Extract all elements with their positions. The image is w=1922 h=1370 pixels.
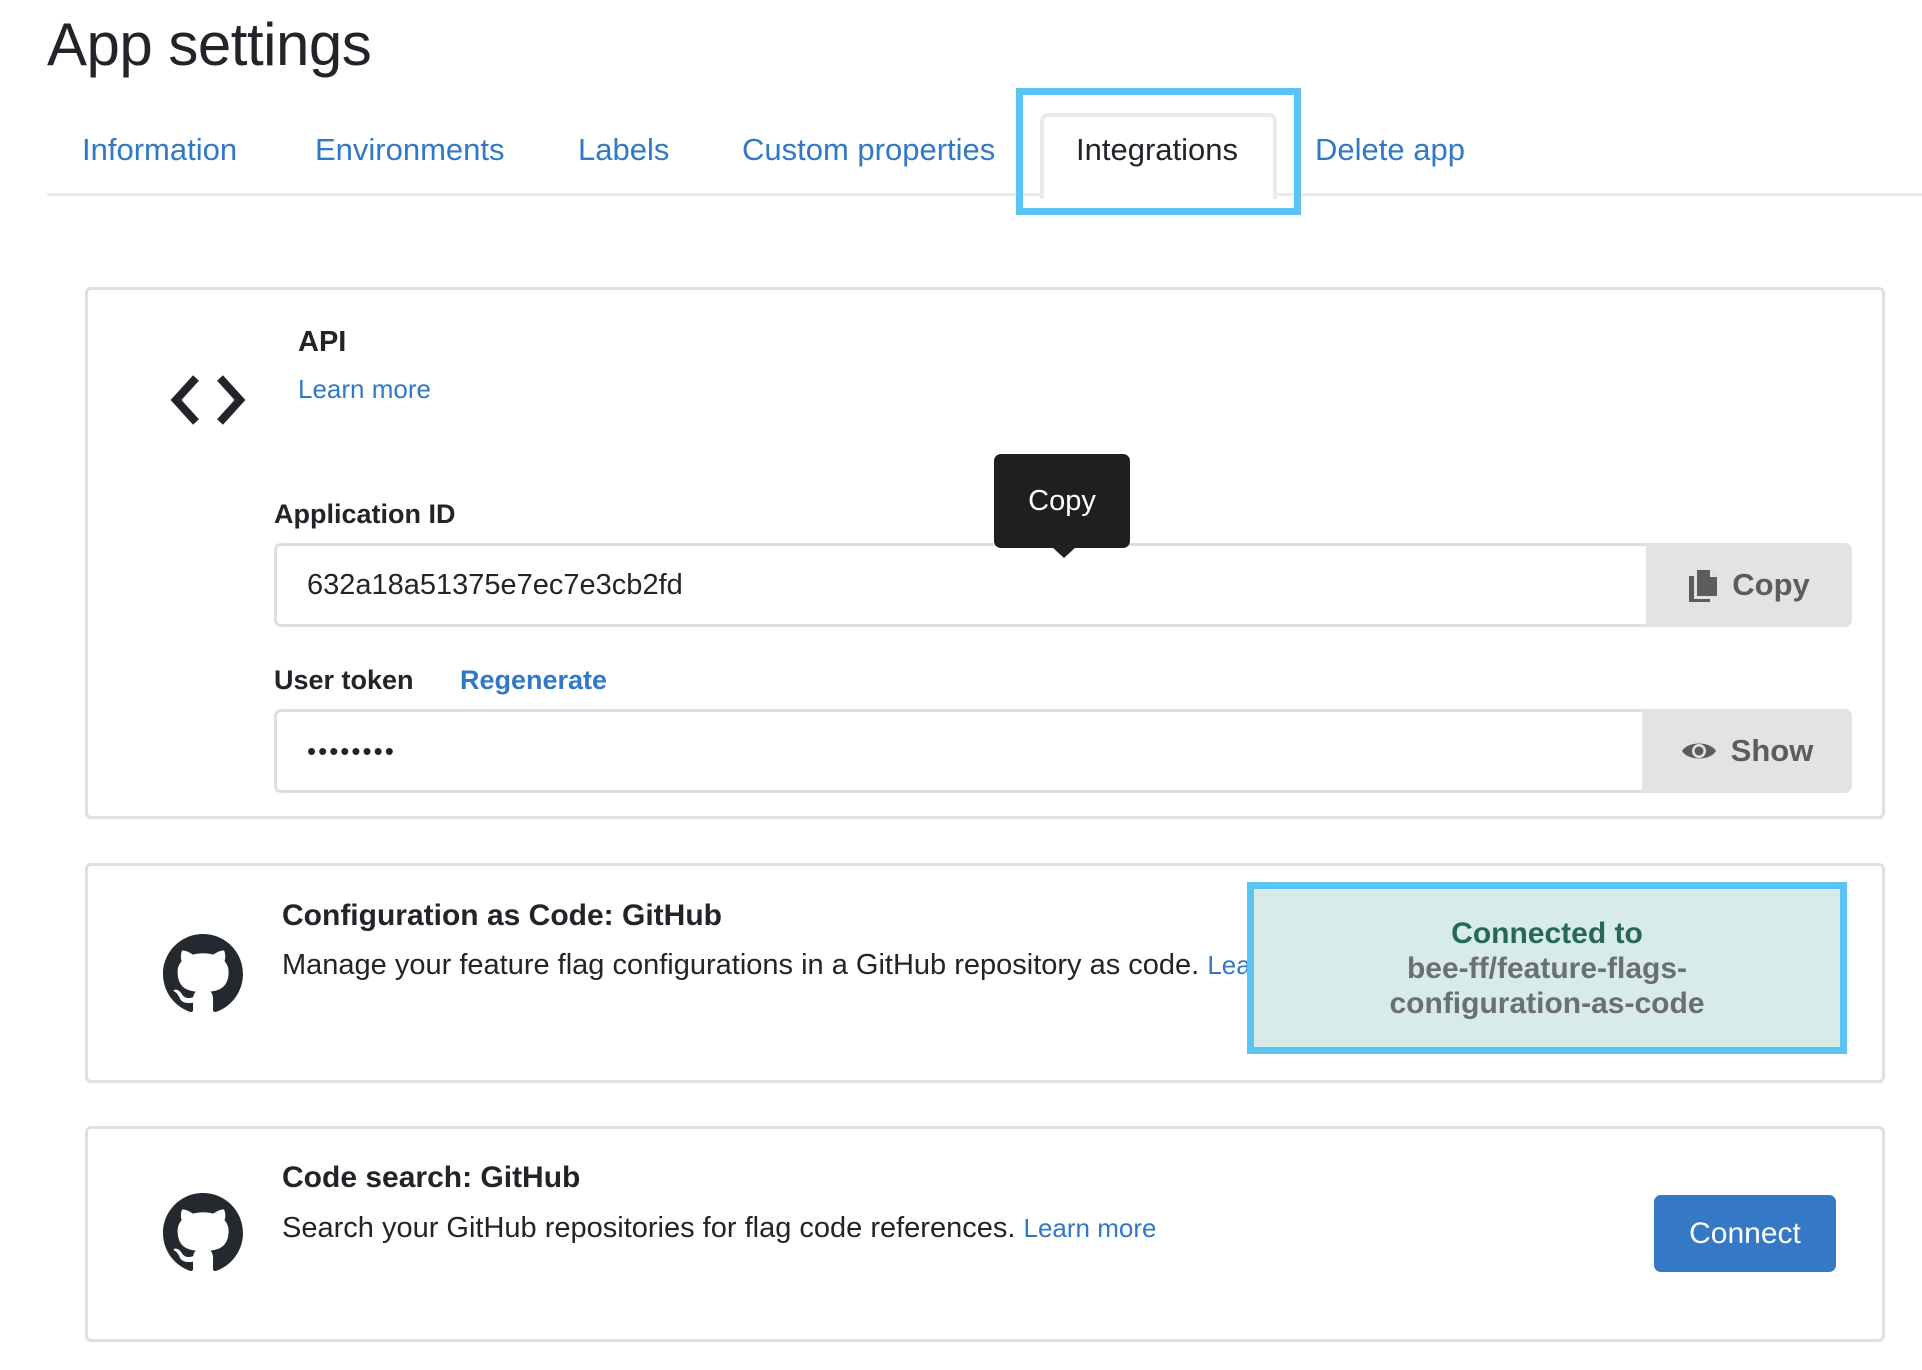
settings-tabs: Information Environments Labels Custom p… [47, 104, 1922, 199]
show-button[interactable]: Show [1642, 709, 1852, 793]
copy-tooltip: Copy [994, 454, 1130, 548]
github-icon [163, 1193, 243, 1272]
code-search-description-text: Search your GitHub repositories for flag… [282, 1212, 1016, 1244]
copy-button-label: Copy [1732, 567, 1810, 602]
copy-icon [1689, 570, 1718, 602]
connected-repo: bee-ff/feature-flags-configuration-as-co… [1389, 951, 1705, 1020]
regenerate-link[interactable]: Regenerate [460, 665, 607, 696]
user-token-label: User token [274, 665, 414, 695]
api-learn-more-link[interactable]: Learn more [298, 374, 431, 405]
application-id-label: Application ID [274, 499, 456, 529]
config-as-code-description: Manage your feature flag configurations … [282, 942, 1342, 989]
api-title: API [298, 326, 347, 358]
github-icon [163, 934, 243, 1013]
tab-information[interactable]: Information [82, 132, 237, 168]
code-search-card: Code search: GitHub Search your GitHub r… [85, 1126, 1885, 1342]
tab-custom-properties[interactable]: Custom properties [742, 132, 995, 168]
tab-environments[interactable]: Environments [315, 132, 505, 168]
api-card: API Learn more Application ID 632a18a513… [85, 287, 1885, 819]
tab-highlight-annotation [1016, 88, 1301, 215]
user-token-group: •••••••• Show [274, 709, 1852, 793]
code-brackets-icon [170, 375, 246, 425]
connected-status-badge: Connected to bee-ff/feature-flags-config… [1247, 882, 1847, 1054]
code-search-description: Search your GitHub repositories for flag… [282, 1205, 1482, 1252]
code-search-title: Code search: GitHub [282, 1161, 581, 1194]
config-as-code-description-text: Manage your feature flag configurations … [282, 949, 1200, 981]
connect-button[interactable]: Connect [1654, 1195, 1836, 1272]
code-search-learn-more-link[interactable]: Learn more [1023, 1213, 1156, 1243]
page-title: App settings [47, 11, 372, 78]
tab-labels[interactable]: Labels [578, 132, 669, 168]
connected-label: Connected to [1451, 916, 1643, 950]
copy-button[interactable]: Copy [1646, 543, 1852, 627]
tooltip-arrow [1052, 547, 1076, 558]
eye-icon [1681, 743, 1716, 759]
config-as-code-title: Configuration as Code: GitHub [282, 899, 722, 932]
tab-delete-app[interactable]: Delete app [1315, 132, 1465, 168]
show-button-label: Show [1730, 733, 1814, 768]
application-id-field[interactable]: 632a18a51375e7ec7e3cb2fd [274, 543, 1646, 627]
user-token-field[interactable]: •••••••• [274, 709, 1642, 793]
config-as-code-card: Configuration as Code: GitHub Manage you… [85, 863, 1885, 1083]
